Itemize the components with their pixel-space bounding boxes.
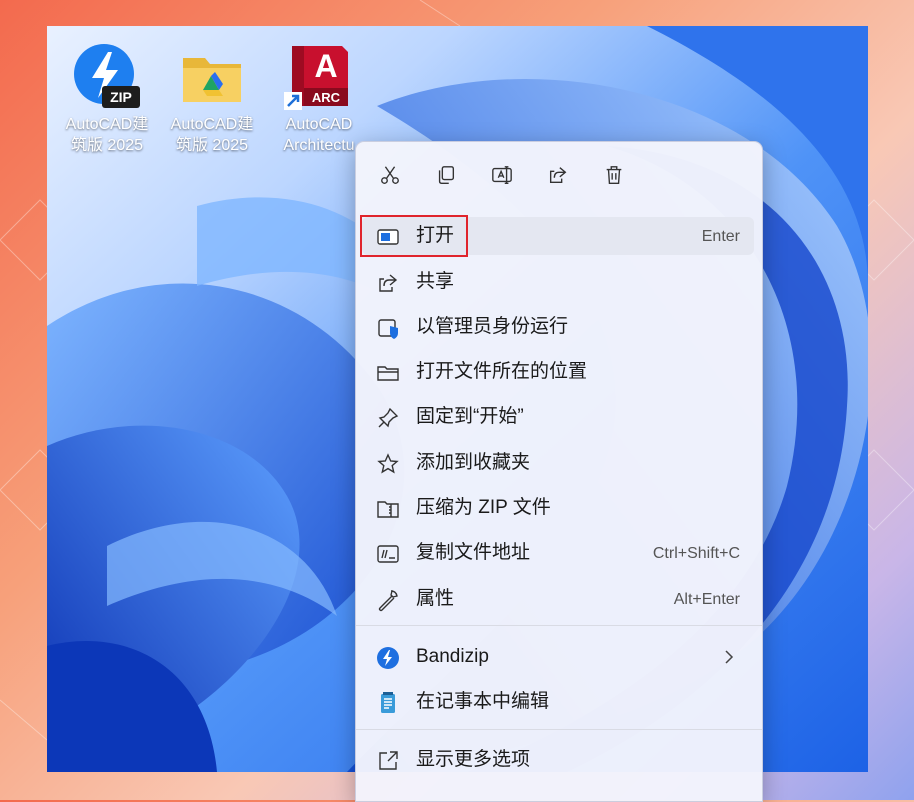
zip-folder-icon [376,497,400,521]
menu-item-add-to-favorites[interactable]: 添加到收藏夹 [362,444,754,482]
copy-icon [438,166,455,184]
menu-item-shortcut: Ctrl+Shift+C [652,545,740,562]
chevron-right-icon [725,650,734,664]
menu-separator [356,729,762,730]
trash-icon [606,166,622,184]
desktop-icon-label-line1: AutoCAD建 [170,116,254,133]
menu-item-properties[interactable]: 属性 Alt+Enter [362,580,754,618]
desktop-icon-label-line1: AutoCAD [285,116,353,133]
menu-item-pin-to-start[interactable]: 固定到“开始” [362,398,754,436]
menu-item-label: 压缩为 ZIP 文件 [416,497,551,518]
highlight-box [360,215,468,257]
menu-item-shortcut: Enter [701,228,740,245]
folder-icon [177,42,247,112]
rename-button[interactable] [487,160,517,190]
more-options-icon [376,749,400,773]
share-button[interactable] [543,160,573,190]
arc-badge: ARC [311,90,341,105]
menu-item-shortcut: Alt+Enter [673,591,740,608]
menu-item-label: 打开文件所在的位置 [416,361,588,382]
menu-separator [356,625,762,626]
menu-item-label: 共享 [416,271,455,292]
menu-item-share[interactable]: 共享 [362,263,754,301]
desktop-icon-label-line2: 筑版 2025 [175,137,249,154]
delete-button[interactable] [599,160,629,190]
menu-item-bandizip[interactable]: Bandizip [362,638,754,676]
zip-badge: ZIP [110,89,132,105]
menu-item-open-file-location[interactable]: 打开文件所在的位置 [362,353,754,391]
copy-path-icon [376,542,400,566]
zip-archive-icon: ZIP [72,42,142,112]
notepad-icon [376,691,400,715]
scissors-icon [381,166,399,184]
menu-item-label: 在记事本中编辑 [416,691,550,712]
context-menu-toolbar [356,142,762,206]
share-icon [376,271,400,295]
bandizip-icon [376,646,400,670]
menu-item-label: 固定到“开始” [416,406,524,427]
folder-outline-icon [376,361,400,385]
menu-item-label: 显示更多选项 [416,749,531,770]
copy-button[interactable] [431,160,461,190]
desktop-icon-label-line1: AutoCAD建 [65,116,149,133]
menu-item-label: 复制文件地址 [416,542,531,563]
desktop-icon-folder[interactable]: AutoCAD建 筑版 2025 [158,38,266,168]
rename-icon [492,166,512,184]
cut-button[interactable] [375,160,405,190]
menu-item-run-as-admin[interactable]: 以管理员身份运行 [362,308,754,346]
star-icon [376,452,400,476]
menu-item-edit-in-notepad[interactable]: 在记事本中编辑 [362,683,754,721]
autocad-logo-letter: A [314,48,338,84]
menu-item-label: Bandizip [416,646,489,667]
menu-item-label: 以管理员身份运行 [416,316,569,337]
desktop-icon-label-line2: 筑版 2025 [70,137,144,154]
context-menu: 打开 Enter 共享 以管理员身份运行 打开文件所在的位置 固定到“开始” 添… [355,141,763,802]
menu-item-copy-path[interactable]: 复制文件地址 Ctrl+Shift+C [362,534,754,572]
desktop-icon-zip[interactable]: ZIP AutoCAD建 筑版 2025 [53,38,161,168]
share-icon [549,167,567,184]
menu-item-label: 添加到收藏夹 [416,452,531,473]
autocad-architecture-icon: A ARC [284,42,354,112]
menu-item-show-more-options[interactable]: 显示更多选项 [362,741,754,779]
menu-item-label: 属性 [416,588,455,609]
wrench-icon [376,588,400,612]
admin-shield-icon [376,316,400,340]
menu-item-compress-zip[interactable]: 压缩为 ZIP 文件 [362,489,754,527]
pin-icon [376,406,400,430]
